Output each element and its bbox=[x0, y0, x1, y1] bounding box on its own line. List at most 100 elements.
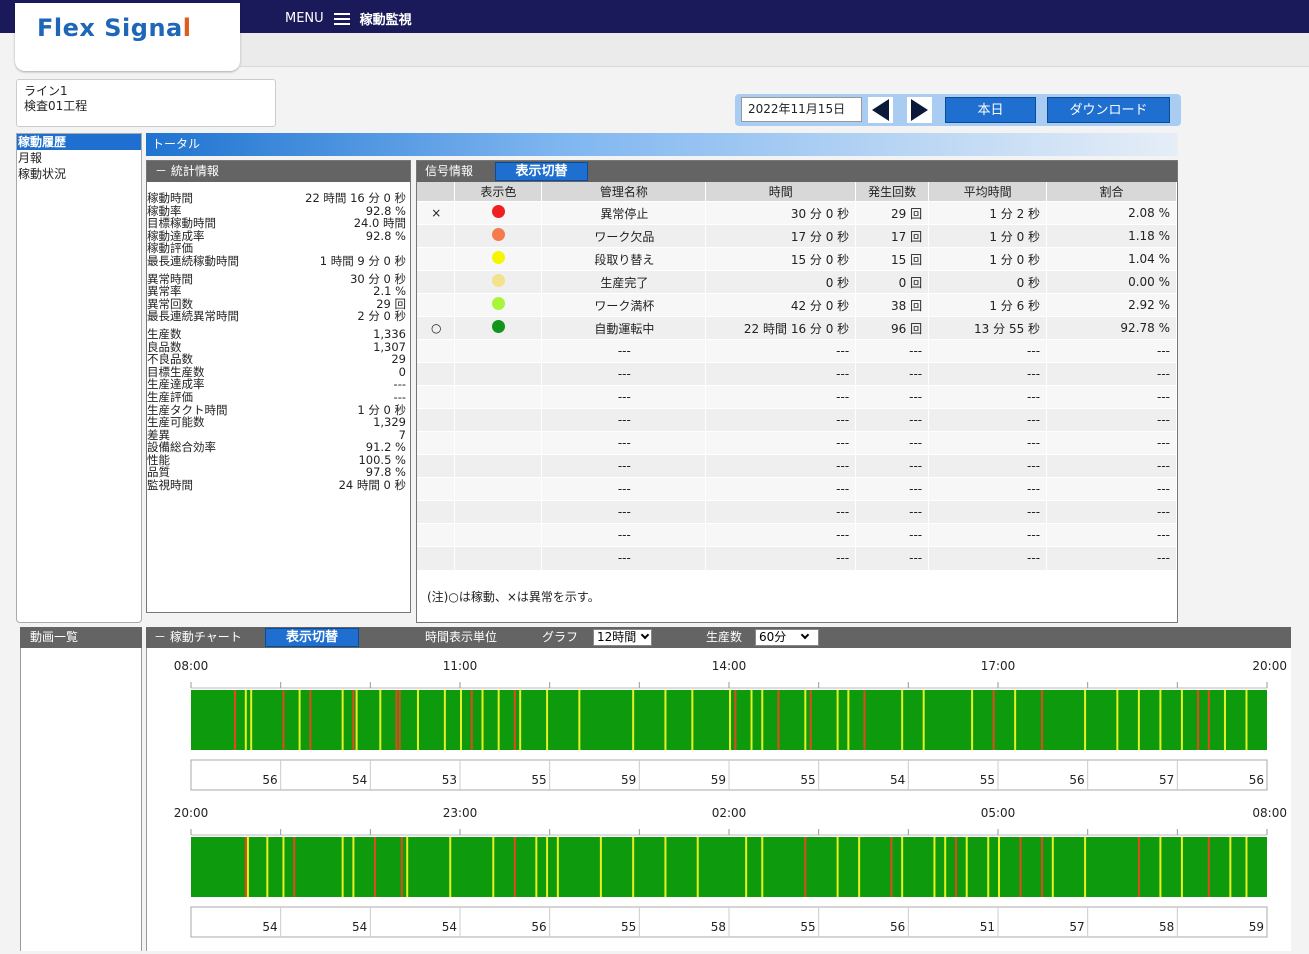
abnormal-event bbox=[1019, 837, 1022, 897]
abnormal-event bbox=[1197, 690, 1200, 750]
signal-row: ワーク満杯 42 分 0 秒 38 回1 分 6 秒 2.92 % bbox=[417, 293, 1177, 317]
hour-count: 58 bbox=[1159, 920, 1174, 934]
fullwork-event bbox=[761, 690, 764, 750]
hour-count: 53 bbox=[442, 773, 457, 787]
fullwork-event bbox=[858, 837, 861, 897]
abnormal-event bbox=[293, 837, 296, 897]
color-cell bbox=[454, 201, 543, 225]
chart-header: － 稼動チャート 表示切替 時間表示単位 グラフ 12時間 生産数 60分 bbox=[146, 627, 1291, 648]
stat-value: 29 bbox=[391, 352, 406, 367]
sidebar-item-status[interactable]: 稼動状況 bbox=[17, 166, 141, 182]
hour-count: 54 bbox=[262, 920, 277, 934]
cell-mark bbox=[417, 454, 456, 478]
signal-row: 生産完了 0 秒0 回0 秒 0.00 % bbox=[417, 270, 1177, 294]
status-dot-icon bbox=[492, 205, 506, 218]
fullwork-event bbox=[1229, 837, 1232, 897]
production-label: 生産数 bbox=[706, 630, 743, 644]
date-field[interactable]: 2022年11月15日 bbox=[741, 97, 862, 122]
next-day-button[interactable] bbox=[907, 97, 932, 123]
stat-value: 1 時間 9 分 0 秒 bbox=[319, 253, 406, 268]
sidebar-item-monthly[interactable]: 月報 bbox=[17, 150, 141, 166]
fullwork-event bbox=[1051, 837, 1054, 897]
stat-label: 不良品数 bbox=[147, 352, 193, 367]
fullwork-event bbox=[1180, 690, 1183, 750]
fullwork-event bbox=[745, 837, 748, 897]
fullwork-event bbox=[750, 690, 753, 750]
cell-name: --- bbox=[541, 431, 707, 455]
fullwork-event bbox=[460, 690, 462, 750]
cell-count: --- bbox=[855, 454, 930, 478]
signal-row: --- --- --- --- --- bbox=[417, 523, 1177, 547]
fullwork-event bbox=[1084, 837, 1087, 897]
fullwork-event bbox=[761, 837, 764, 897]
abnormal-event bbox=[395, 690, 398, 750]
color-cell bbox=[454, 224, 543, 248]
stat-value: --- bbox=[393, 389, 406, 404]
signal-table: 表示色 管理名称 時間 発生回数 平均時間 割合 × 異常停止 30 分 0 秒 29 回1 分… bbox=[417, 182, 1177, 570]
fullwork-event bbox=[836, 690, 839, 750]
cell-count: --- bbox=[855, 523, 930, 547]
time-label: 05:00 bbox=[981, 806, 1016, 820]
cell-ratio: --- bbox=[1046, 546, 1177, 570]
cell-time: 42 分 0 秒 bbox=[705, 293, 857, 317]
cell-mark: × bbox=[417, 201, 456, 225]
abnormal-event bbox=[398, 690, 401, 750]
graph-select[interactable]: 12時間 bbox=[593, 629, 653, 646]
cell-count: --- bbox=[855, 546, 930, 570]
abnormal-event bbox=[1137, 837, 1140, 897]
abnormal-event bbox=[470, 690, 473, 750]
abnormal-event bbox=[282, 690, 285, 750]
fullwork-event bbox=[1245, 837, 1248, 897]
video-list bbox=[20, 648, 142, 951]
stats-header[interactable]: － 統計情報 bbox=[147, 161, 410, 182]
abnormal-event bbox=[400, 837, 403, 897]
fullwork-event bbox=[1159, 837, 1162, 897]
stats-panel: － 統計情報 稼動時間 22 時間 16 分 0 秒稼動率 92.8 % 目標稼動時間… bbox=[146, 160, 411, 613]
prev-day-button[interactable] bbox=[868, 97, 893, 123]
signal-toggle-button[interactable]: 表示切替 bbox=[495, 162, 588, 181]
stat-label: 監視時間 bbox=[147, 478, 193, 493]
logo: Flex Signal bbox=[37, 14, 192, 42]
abnormal-event bbox=[890, 837, 893, 897]
menu-button[interactable]: MENU 稼動監視 bbox=[285, 9, 412, 28]
production-select[interactable]: 60分 bbox=[755, 629, 819, 646]
color-cell bbox=[454, 408, 543, 432]
chart-title[interactable]: － 稼動チャート bbox=[154, 627, 242, 648]
cell-mark bbox=[417, 477, 456, 501]
abnormal-event bbox=[734, 690, 737, 750]
download-button[interactable]: ダウンロード bbox=[1047, 97, 1170, 123]
cell-count: 0 回 bbox=[855, 270, 930, 294]
stat-row: 目標稼動時間 24.0 時間 bbox=[147, 217, 406, 230]
cell-ratio: 1.04 % bbox=[1046, 247, 1177, 271]
cell-time: 30 分 0 秒 bbox=[705, 201, 857, 225]
cell-count: --- bbox=[855, 362, 930, 386]
color-cell bbox=[454, 293, 543, 317]
stat-row: 監視時間 24 時間 0 秒 bbox=[147, 479, 406, 492]
chart-toggle-button[interactable]: 表示切替 bbox=[265, 628, 359, 647]
sidebar-item-history[interactable]: 稼動履歴 bbox=[17, 134, 141, 150]
cell-time: --- bbox=[705, 546, 857, 570]
cell-name: ワーク欠品 bbox=[541, 224, 707, 248]
hour-count: 55 bbox=[621, 920, 636, 934]
cell-avg: --- bbox=[928, 385, 1048, 409]
fullwork-event bbox=[1014, 690, 1017, 750]
hour-count: 54 bbox=[890, 773, 905, 787]
cell-avg: 13 分 55 秒 bbox=[928, 316, 1048, 340]
signal-row: 段取り替え 15 分 0 秒 15 回1 分 0 秒 1.04 % bbox=[417, 247, 1177, 271]
fullwork-event bbox=[971, 690, 974, 750]
fullwork-event bbox=[944, 837, 947, 897]
process-name: 検査01工程 bbox=[24, 99, 88, 113]
cell-ratio: 1.18 % bbox=[1046, 224, 1177, 248]
cell-count: 96 回 bbox=[855, 316, 930, 340]
today-button[interactable]: 本日 bbox=[945, 97, 1036, 123]
cell-time: --- bbox=[705, 408, 857, 432]
fullwork-event bbox=[599, 837, 602, 897]
time-label: 23:00 bbox=[443, 806, 478, 820]
chart-area: 08:00 11:00 14:00 17:00 20:00 56 54 53 55 59 59 55 5… bbox=[146, 648, 1291, 951]
cell-avg: 1 分 6 秒 bbox=[928, 293, 1048, 317]
fullwork-event bbox=[246, 837, 249, 897]
fullwork-event bbox=[481, 690, 484, 750]
status-dot-icon bbox=[492, 228, 506, 241]
signal-row: --- --- --- --- --- bbox=[417, 339, 1177, 363]
abnormal-event bbox=[1207, 837, 1210, 897]
